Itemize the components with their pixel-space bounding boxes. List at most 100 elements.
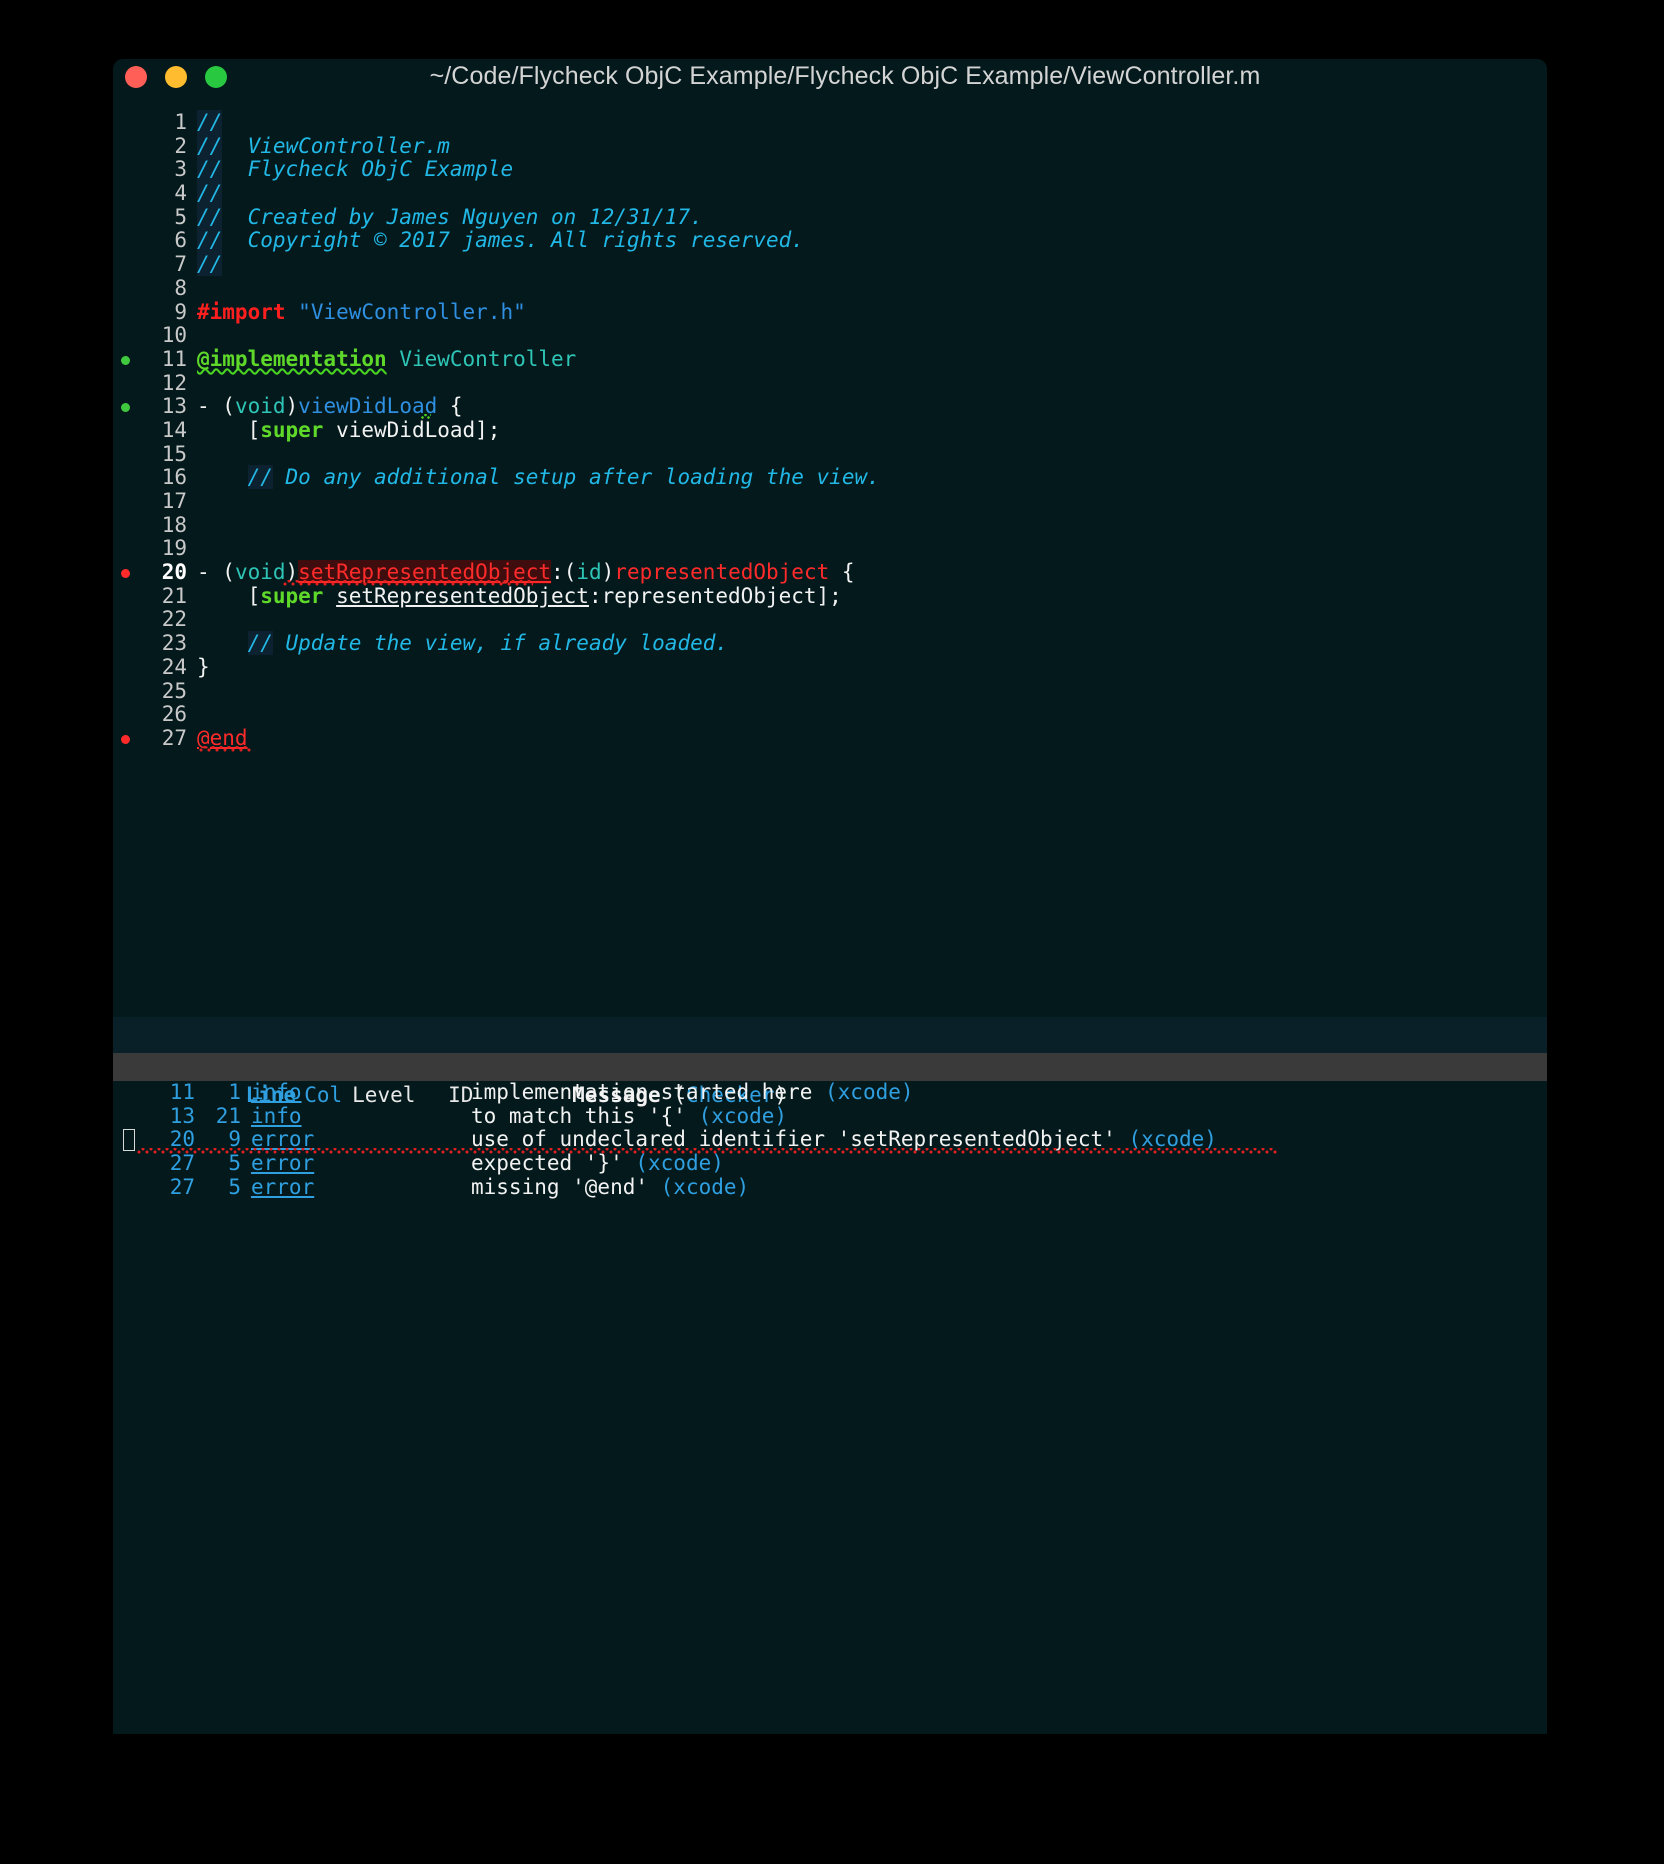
- error-message-text: missing '@end': [471, 1174, 661, 1199]
- error-checker-tag: (xcode): [698, 1103, 788, 1128]
- error-level[interactable]: error: [241, 1151, 347, 1176]
- text-cursor: [123, 1129, 135, 1152]
- code-buffer[interactable]: 1//2// ViewController.m 3// Flycheck ObjC…: [113, 107, 1547, 1017]
- error-level-link[interactable]: error: [251, 1151, 314, 1175]
- line-number: 1: [174, 110, 187, 134]
- code-line[interactable]: 3// Flycheck ObjC Example: [113, 157, 1547, 182]
- code-token: //: [197, 133, 223, 158]
- line-text: - (void)setRepresentedObject:(id)represe…: [187, 560, 855, 585]
- code-token: ): [285, 560, 299, 585]
- code-line[interactable]: 26: [113, 702, 1547, 727]
- code-line[interactable]: 10: [113, 323, 1547, 348]
- code-line[interactable]: 12: [113, 371, 1547, 396]
- code-token: @end: [197, 725, 248, 750]
- error-level[interactable]: info: [241, 1080, 347, 1105]
- line-number: 23: [161, 631, 187, 656]
- code-token: ): [285, 394, 299, 419]
- error-level[interactable]: info: [241, 1104, 347, 1129]
- code-line[interactable]: 4 //: [113, 181, 1547, 206]
- error-level[interactable]: error: [241, 1128, 347, 1152]
- code-line[interactable]: 17: [113, 489, 1547, 514]
- error-message-text: expected '}': [471, 1151, 636, 1176]
- line-number: 26: [161, 702, 187, 727]
- error-level-link[interactable]: error: [251, 1127, 314, 1152]
- line-text: //: [187, 181, 223, 206]
- line-number: 2: [174, 133, 187, 158]
- line-number: 8: [174, 275, 187, 300]
- code-token: //: [197, 157, 223, 182]
- error-level-link[interactable]: info: [251, 1080, 302, 1104]
- error-checker-tag: (xcode): [1128, 1127, 1217, 1152]
- flycheck-error-row[interactable]: 27 5 error expected '}' (xcode): [113, 1151, 1547, 1176]
- line-text: // ViewController.m: [187, 133, 450, 159]
- line-number: 19: [161, 536, 187, 561]
- code-token: //: [197, 181, 223, 206]
- error-message: expected '}' (xcode): [447, 1151, 724, 1176]
- line-text: @end: [187, 725, 248, 751]
- code-line[interactable]: 1 //: [113, 110, 1547, 135]
- flycheck-error-row[interactable]: 11 1 info implementation started here (xcod…: [113, 1080, 1547, 1105]
- code-line[interactable]: 23 // Update the view, if already loaded…: [113, 631, 1547, 656]
- code-line[interactable]: 9 #import "ViewController.h": [113, 299, 1547, 325]
- code-line[interactable]: 25: [113, 679, 1547, 704]
- window-title: ~/Code/Flycheck ObjC Example/Flycheck Ob…: [429, 62, 1261, 90]
- flycheck-row-list[interactable]: 11 1 info implementation started here (xcod…: [113, 1080, 1547, 1200]
- code-line[interactable]: 27 @end: [113, 725, 1547, 752]
- code-line[interactable]: 16 // Do any additional setup after load…: [113, 465, 1547, 490]
- code-line[interactable]: 22: [113, 608, 1547, 632]
- code-line[interactable]: 24}: [113, 655, 1547, 680]
- code-line[interactable]: 7 //: [113, 252, 1547, 277]
- error-line-number: 13: [169, 1103, 195, 1128]
- code-token: Update the view, if already loaded.: [272, 631, 729, 656]
- code-line[interactable]: 15: [113, 442, 1547, 467]
- error-message-text: to match this '{': [471, 1103, 699, 1128]
- error-level[interactable]: error: [241, 1175, 347, 1200]
- error-level-link[interactable]: info: [251, 1104, 302, 1128]
- error-level-link[interactable]: error: [251, 1175, 314, 1199]
- error-column-number: 9: [228, 1127, 241, 1152]
- code-token: //: [197, 204, 223, 229]
- code-line[interactable]: 21 [super setRepresentedObject:represent…: [113, 583, 1547, 609]
- code-token: ): [601, 560, 615, 585]
- code-line[interactable]: 8: [113, 275, 1547, 301]
- error-message-text: use of undeclared identifier 'setReprese…: [471, 1127, 1129, 1152]
- code-line[interactable]: 13 - (void)viewDidLoad {: [113, 394, 1547, 420]
- code-line[interactable]: 11 @implementation ViewController: [113, 346, 1547, 372]
- error-line-number: 11: [169, 1080, 195, 1104]
- error-message-text: implementation started here: [471, 1080, 826, 1104]
- line-text: // Do any additional setup after loading…: [187, 465, 880, 490]
- flycheck-error-row[interactable]: 20 9 error use of undeclared identifier 'se…: [113, 1127, 1547, 1155]
- code-line[interactable]: 20- (void)setRepresentedObject:(id)repre…: [113, 560, 1547, 587]
- emacs-window: ~/Code/Flycheck ObjC Example/Flycheck Ob…: [113, 59, 1547, 1734]
- code-line[interactable]: 5// Created by James Nguyen on 12/31/17.: [113, 204, 1547, 230]
- line-number: 7: [174, 252, 187, 277]
- error-line-number: 27: [169, 1174, 195, 1199]
- flycheck-errors-panel[interactable]: Line Col Level ID Message (Checker) 11 1 info i…: [113, 1053, 1547, 1734]
- code-line[interactable]: 6// Copyright © 2017 james. All rights r…: [113, 228, 1547, 253]
- code-token: super: [260, 583, 324, 608]
- code-token: void: [234, 394, 286, 419]
- line-text: //: [187, 110, 223, 135]
- line-number: 22: [161, 607, 187, 632]
- code-token: @implementation: [197, 346, 387, 371]
- line-number: 3: [174, 157, 187, 182]
- line-number: 20: [161, 560, 187, 585]
- error-column-number: 5: [228, 1174, 241, 1199]
- line-number: 21: [161, 583, 187, 608]
- flycheck-error-row[interactable]: 13 21 info to match this '{' (xcode): [113, 1103, 1547, 1129]
- code-line[interactable]: 14 [super viewDidLoad];: [113, 417, 1547, 443]
- code-token: setRepresentedObject: [298, 560, 552, 585]
- code-token: id: [576, 560, 602, 585]
- code-line[interactable]: 18: [113, 513, 1547, 538]
- error-checker-tag: (xcode): [635, 1151, 724, 1176]
- flycheck-error-row[interactable]: 27 5 error missing '@end' (xcode): [113, 1174, 1547, 1200]
- code-line[interactable]: 19: [113, 537, 1547, 561]
- code-line[interactable]: 2// ViewController.m: [113, 133, 1547, 159]
- code-token: //: [197, 110, 223, 134]
- line-number: 4: [174, 181, 187, 206]
- line-number: 9: [174, 299, 187, 324]
- code-token: :(: [551, 560, 577, 585]
- code-token: viewDidLoad];: [323, 417, 501, 442]
